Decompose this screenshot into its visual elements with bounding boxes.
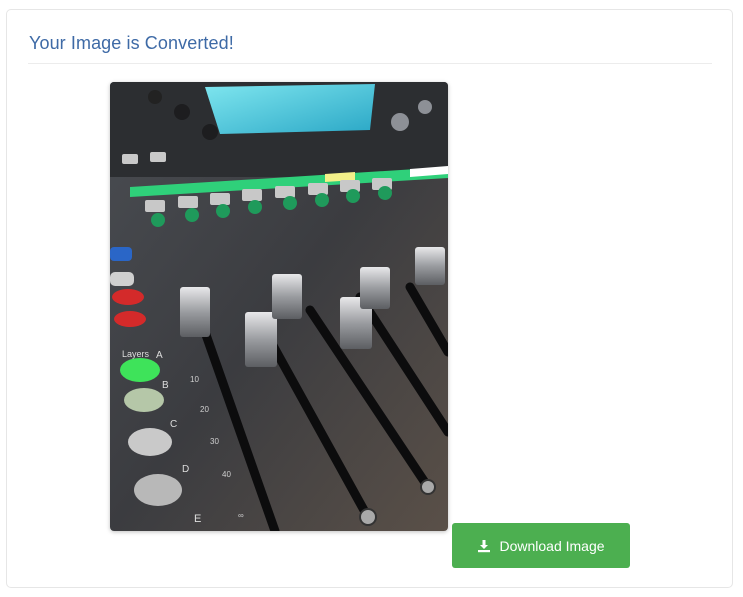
label-b: B bbox=[162, 380, 169, 391]
label-e: E bbox=[194, 513, 201, 525]
conversion-result-card: Your Image is Converted! Layers A B C D … bbox=[6, 9, 733, 588]
label-c: C bbox=[170, 419, 177, 430]
download-icon bbox=[477, 539, 491, 553]
converted-image: Layers A B C D E 10 20 30 40 ∞ bbox=[110, 82, 448, 531]
card-title: Your Image is Converted! bbox=[29, 33, 234, 53]
download-button-label: Download Image bbox=[499, 537, 605, 554]
title-divider bbox=[28, 63, 712, 64]
label-d: D bbox=[182, 464, 189, 475]
download-image-button[interactable]: Download Image bbox=[452, 523, 630, 568]
label-a: A bbox=[156, 350, 163, 361]
scale-inf: ∞ bbox=[238, 511, 244, 520]
scale-10: 10 bbox=[190, 375, 199, 384]
scale-40: 40 bbox=[222, 470, 231, 479]
scale-30: 30 bbox=[210, 437, 219, 446]
label-layers: Layers bbox=[122, 349, 150, 359]
scale-20: 20 bbox=[200, 405, 209, 414]
